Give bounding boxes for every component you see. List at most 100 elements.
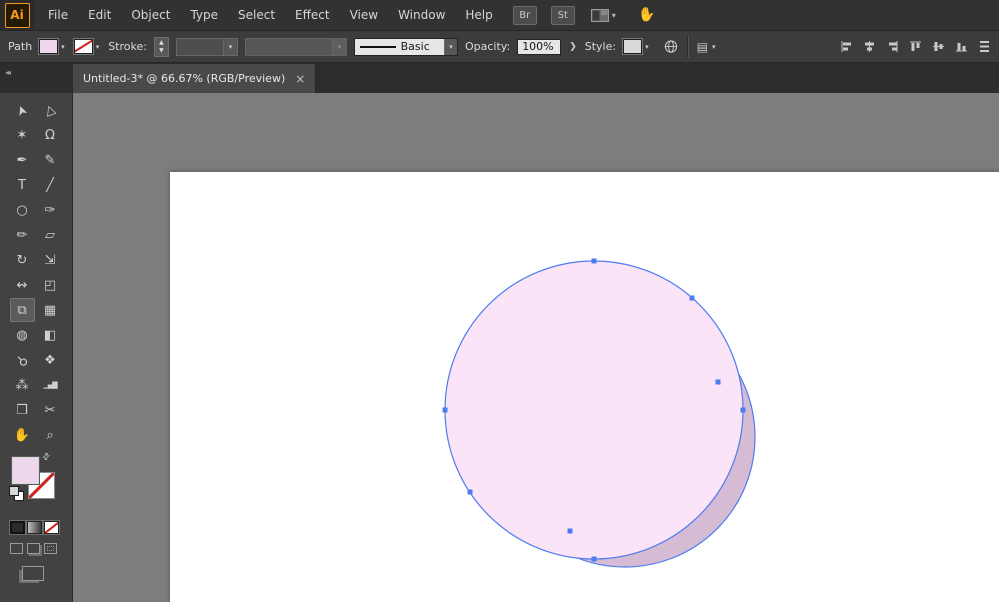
pen-tool[interactable]: ✒ (10, 148, 35, 172)
pencil-tool[interactable]: ✏ (10, 223, 35, 247)
anchor-point[interactable] (591, 258, 597, 264)
symbol-sprayer-tool[interactable]: ⁂ (10, 373, 35, 397)
stroke-weight-stepper[interactable]: ▲ ▼ (153, 36, 169, 57)
rotate-tool[interactable]: ↻ (10, 248, 35, 272)
opacity-menu-chevron[interactable]: ❯ (568, 42, 578, 52)
collapse-panel-icon: ◂◂ (5, 68, 11, 77)
chevron-down-icon: ▾ (449, 42, 453, 51)
direct-selection-tool[interactable]: ▷ (38, 98, 63, 122)
anchor-point[interactable] (740, 407, 746, 413)
anchor-point[interactable] (467, 489, 473, 495)
selection-tool[interactable]: ➤ (10, 98, 35, 122)
ellipse-tool[interactable]: ○ (10, 198, 35, 222)
artboard-tool-icon: ❒ (16, 402, 28, 418)
anchor-point[interactable] (442, 407, 448, 413)
document-setup-button[interactable]: ▤ ▾ (697, 40, 718, 54)
chevron-down-icon: ▾ (645, 42, 649, 51)
menu-window[interactable]: Window (388, 0, 455, 30)
anchor-point[interactable] (715, 379, 721, 385)
front-shape[interactable] (444, 260, 744, 560)
brush-stroke-preview (359, 45, 396, 48)
fill-color-dropdown[interactable]: ▾ (39, 39, 67, 54)
menu-help[interactable]: Help (455, 0, 502, 30)
draw-inside-button[interactable] (44, 543, 57, 554)
artwork-layer (442, 258, 756, 568)
align-vertical-center-button[interactable] (931, 40, 945, 54)
paintbrush-tool[interactable]: ✑ (38, 198, 63, 222)
menu-object[interactable]: Object (121, 0, 180, 30)
align-horizontal-center-button[interactable] (862, 40, 876, 54)
blend-tool[interactable]: ❖ (38, 348, 63, 372)
line-segment-tool[interactable]: ╱ (38, 173, 63, 197)
align-vertical-top-button[interactable] (908, 40, 922, 54)
stroke-none-swatch (73, 39, 93, 54)
perspective-grid-tool[interactable]: ▦ (38, 298, 63, 322)
swap-fill-stroke-icon[interactable]: ⇄ (41, 451, 53, 463)
globe-icon (664, 40, 677, 53)
fill-indicator-swatch[interactable] (11, 456, 40, 485)
stroke-color-dropdown[interactable]: ▾ (73, 39, 102, 54)
workspace-switcher[interactable]: ▾ (590, 8, 616, 22)
stroke-weight-dropdown[interactable]: ▾ (175, 37, 238, 56)
menu-edit[interactable]: Edit (78, 0, 121, 30)
draw-normal-button[interactable] (10, 543, 23, 554)
tools-grid: ➤ ▷ ✶ Ω ✒ ✎ T ╱ ○ ✑ ✏ ▱ ↻ ⇲ ↭ ◰ ⧉ ▦ ◍ ◧ ⚲ ❖ ⁂ ▁▄▇ ❒ ✂ ✋ ⌕ (0, 93, 72, 447)
hand-tool-icon: ✋ (13, 427, 31, 443)
width-tool-icon: ↭ (16, 277, 28, 293)
align-horizontal-left-button[interactable] (839, 40, 853, 54)
bridge-button[interactable]: Br (512, 5, 537, 25)
distribute-vertical-button[interactable] (977, 40, 991, 54)
hand-tool[interactable]: ✋ (10, 423, 35, 447)
anchor-point[interactable] (689, 295, 695, 301)
type-tool-icon: T (18, 177, 26, 193)
menu-effect[interactable]: Effect (285, 0, 340, 30)
eraser-tool[interactable]: ▱ (38, 223, 63, 247)
opacity-input[interactable]: 100% (517, 38, 562, 55)
align-vertical-bottom-button[interactable] (954, 40, 968, 54)
lasso-tool[interactable]: Ω (38, 123, 63, 147)
default-fill-stroke-button[interactable] (9, 486, 24, 501)
screen-mode-button[interactable] (22, 566, 44, 581)
scale-tool[interactable]: ⇲ (38, 248, 63, 272)
shape-builder-tool[interactable]: ⧉ (9, 298, 35, 322)
column-graph-tool[interactable]: ▁▄▇ (38, 373, 63, 397)
type-tool[interactable]: T (10, 173, 35, 197)
gradient-tool[interactable]: ◧ (38, 323, 63, 347)
close-icon[interactable]: × (295, 73, 305, 85)
color-button[interactable] (10, 521, 25, 534)
stepper-down-icon[interactable]: ▼ (159, 47, 164, 55)
mesh-tool-icon: ◍ (16, 327, 28, 343)
style-dropdown[interactable]: ▾ (623, 39, 651, 54)
menu-view[interactable]: View (340, 0, 388, 30)
none-button[interactable] (44, 521, 59, 534)
slice-tool[interactable]: ✂ (38, 398, 63, 422)
touch-workspace-icon[interactable]: ✋ (637, 6, 656, 24)
menu-file[interactable]: File (38, 0, 78, 30)
menu-type[interactable]: Type (180, 0, 228, 30)
draw-behind-button[interactable] (27, 543, 40, 554)
panel-collapse-button[interactable]: ◂◂ (0, 63, 73, 93)
eyedropper-tool[interactable]: ⚲ (10, 348, 35, 372)
free-transform-tool[interactable]: ◰ (38, 273, 63, 297)
align-horizontal-right-button[interactable] (885, 40, 899, 54)
curvature-tool[interactable]: ✎ (38, 148, 63, 172)
anchor-point[interactable] (591, 556, 597, 562)
ellipse-tool-icon: ○ (16, 202, 28, 218)
stepper-up-icon[interactable]: ▲ (159, 39, 164, 47)
workspace-layout-icon (590, 8, 609, 22)
artboard-tool[interactable]: ❒ (10, 398, 35, 422)
recolor-artwork-button[interactable] (664, 40, 678, 54)
gradient-button[interactable] (27, 521, 42, 534)
canvas[interactable] (73, 93, 999, 602)
mesh-tool[interactable]: ◍ (10, 323, 35, 347)
anchor-point[interactable] (567, 528, 573, 534)
direct-selection-tool-icon: ▷ (41, 102, 59, 118)
document-tab[interactable]: Untitled-3* @ 66.67% (RGB/Preview) × (73, 64, 317, 93)
menu-select[interactable]: Select (228, 0, 285, 30)
chevron-down-icon: ▾ (711, 42, 716, 51)
stock-button[interactable]: St (550, 5, 575, 25)
magic-wand-tool[interactable]: ✶ (10, 123, 35, 147)
width-tool[interactable]: ↭ (10, 273, 35, 297)
brush-definition-dropdown[interactable]: Basic ▾ (353, 37, 458, 56)
zoom-tool[interactable]: ⌕ (38, 423, 63, 447)
